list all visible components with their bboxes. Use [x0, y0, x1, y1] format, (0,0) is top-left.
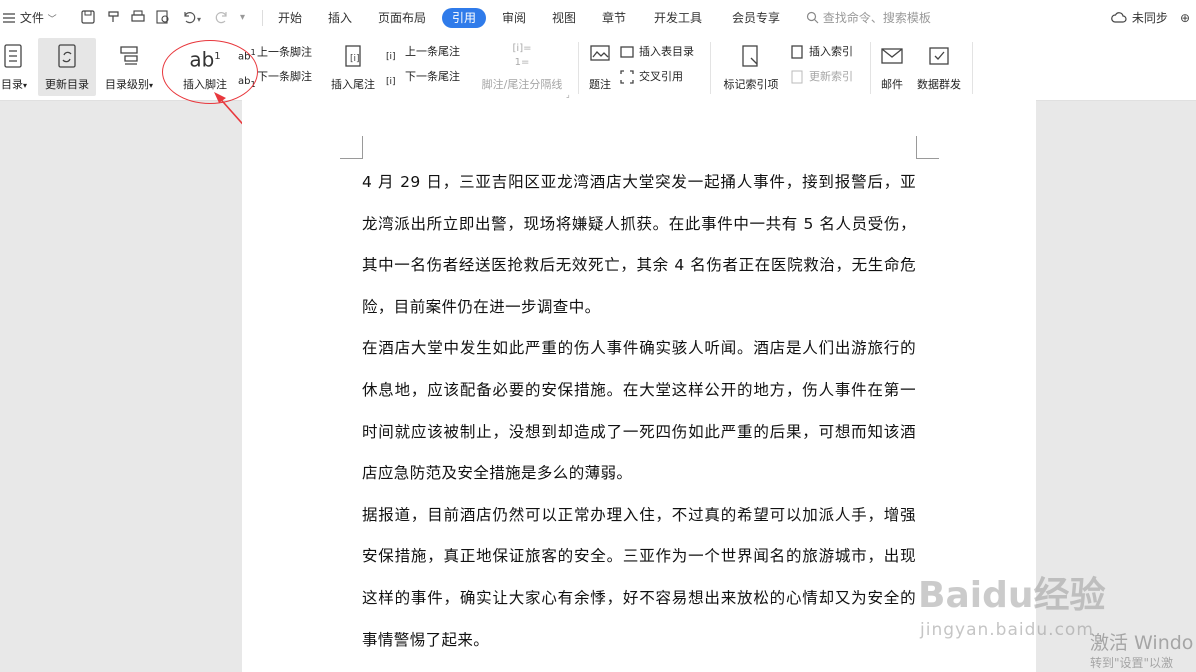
tab-home[interactable]: 开始 — [274, 0, 306, 36]
baidu-url-watermark: jingyan.baidu.com — [920, 620, 1094, 640]
figure-toc-icon — [620, 45, 636, 61]
next-footnote-label: 下一条脚注 — [257, 70, 312, 83]
dialog-launcher-icon[interactable]: ⌟ — [566, 90, 570, 99]
insert-endnote-label: 插入尾注 — [331, 78, 375, 91]
note-separator-button[interactable]: [i]= 1= 脚注/尾注分隔线 — [474, 38, 570, 96]
separator-label: 脚注/尾注分隔线 — [481, 78, 563, 91]
group-divider — [578, 42, 579, 94]
insert-index-label: 插入索引 — [809, 45, 853, 58]
tab-divider — [262, 10, 263, 26]
mail-label: 邮件 — [881, 78, 903, 91]
mark-index-label: 标记索引项 — [723, 78, 779, 91]
save-button[interactable] — [80, 0, 96, 36]
group-divider — [870, 42, 871, 94]
mail-merge-icon — [929, 47, 949, 65]
paragraph[interactable]: 在酒店大堂中发生如此严重的伤人事件确实骇人听闻。酒店是人们出游旅行的休息地，应该… — [362, 328, 916, 494]
margin-corner-top-right — [916, 136, 939, 159]
svg-text:[i]: [i] — [350, 54, 360, 64]
tab-page-layout[interactable]: 页面布局 — [374, 0, 430, 36]
caption-icon — [590, 45, 610, 61]
collab-icon[interactable]: ⊕ — [1180, 0, 1190, 36]
cross-ref-label: 交叉引用 — [639, 70, 683, 83]
format-painter-button[interactable] — [106, 0, 122, 36]
update-index-button[interactable]: 更新索引 — [790, 67, 853, 87]
mark-index-icon — [742, 45, 758, 67]
tab-review[interactable]: 审阅 — [498, 0, 530, 36]
cross-ref-icon — [620, 70, 636, 86]
cloud-icon — [1111, 12, 1127, 23]
caption-button[interactable]: 题注 — [584, 38, 616, 96]
caption-label: 题注 — [589, 78, 611, 91]
toc-level-button[interactable]: 目录级别▾ — [100, 38, 158, 96]
toc-icon — [4, 44, 22, 68]
undo-button[interactable]: ▾ — [181, 0, 201, 36]
search-placeholder: 查找命令、搜索模板 — [822, 11, 931, 25]
update-toc-button[interactable]: 更新目录 — [38, 38, 96, 96]
group-divider — [710, 42, 711, 94]
separator-icon: [i]= 1= — [512, 43, 532, 68]
paragraph[interactable]: 4 月 29 日，三亚吉阳区亚龙湾酒店大堂突发一起捅人事件，接到报警后，亚龙湾派… — [362, 162, 916, 328]
document-body[interactable]: 4 月 29 日，三亚吉阳区亚龙湾酒店大堂突发一起捅人事件，接到报警后，亚龙湾派… — [362, 162, 916, 661]
undo-icon — [184, 12, 196, 24]
insert-endnote-button[interactable]: [i] 插入尾注 — [327, 38, 379, 96]
mail-merge-button[interactable]: 数据群发 — [912, 38, 966, 96]
prev-endnote-label: 上一条尾注 — [405, 45, 460, 58]
save-icon — [81, 10, 95, 24]
print-preview-button[interactable] — [155, 0, 171, 36]
chevron-down-icon: ﹀ — [47, 15, 57, 25]
more-icon[interactable]: ▾ — [240, 0, 245, 36]
endnote-icon: [i] — [345, 45, 361, 67]
next-endnote-label: 下一条尾注 — [405, 70, 460, 83]
print-button[interactable] — [130, 0, 146, 36]
mail-button[interactable]: 邮件 — [876, 38, 908, 96]
mail-merge-label: 数据群发 — [917, 78, 961, 91]
command-search[interactable]: 查找命令、搜索模板 — [806, 0, 931, 36]
toc-label: 目录 — [0, 78, 23, 91]
insert-index-button[interactable]: 插入索引 — [790, 42, 853, 62]
next-endnote-button[interactable]: [i] 下一条尾注 — [386, 67, 460, 87]
insert-figure-toc-button[interactable]: 插入表目录 — [620, 42, 694, 62]
group-divider — [972, 42, 973, 94]
tab-references[interactable]: 引用 — [442, 8, 487, 28]
paragraph[interactable]: 据报道，目前酒店仍然可以正常办理入住，不过真的希望可以加派人手，增强安保措施，真… — [362, 495, 916, 661]
figure-toc-label: 插入表目录 — [639, 45, 694, 58]
format-painter-icon — [108, 11, 119, 22]
sync-label: 未同步 — [1131, 11, 1168, 25]
margin-corner-top-left — [340, 136, 363, 159]
tab-section[interactable]: 章节 — [598, 0, 630, 36]
redo-icon — [215, 12, 227, 24]
file-menu-label: 文件 — [19, 11, 44, 25]
tab-developer[interactable]: 开发工具 — [650, 0, 706, 36]
prev-endnote-button[interactable]: [i] 上一条尾注 — [386, 42, 460, 62]
update-index-label: 更新索引 — [809, 70, 853, 83]
prev-endnote-icon: [i] — [386, 52, 396, 62]
toc-button[interactable]: 目录▾ — [0, 38, 32, 96]
tab-view[interactable]: 视图 — [548, 0, 580, 36]
preview-icon — [156, 10, 169, 24]
update-index-icon — [790, 70, 806, 86]
refresh-doc-icon — [58, 44, 76, 68]
update-toc-label: 更新目录 — [45, 78, 89, 91]
activate-windows-title: 激活 Windo — [1090, 632, 1194, 654]
mark-index-button[interactable]: 标记索引项 — [718, 38, 784, 96]
insert-index-icon — [790, 45, 806, 61]
menu-bar: 文件 ﹀ ▾ ▾ 开始 插入 页面布局 引用 审阅 视图 章节 开发工具 会员专… — [0, 0, 1196, 36]
search-icon — [806, 11, 819, 24]
activate-windows-sub: 转到"设置"以激 — [1090, 656, 1174, 670]
sync-status[interactable]: 未同步 — [1110, 0, 1168, 36]
hamburger-icon — [2, 2, 16, 38]
tab-insert[interactable]: 插入 — [324, 0, 356, 36]
document-page[interactable]: 4 月 29 日，三亚吉阳区亚龙湾酒店大堂突发一起捅人事件，接到报警后，亚龙湾派… — [242, 100, 1036, 672]
print-icon — [131, 10, 145, 22]
redo-button[interactable] — [214, 0, 230, 36]
cross-reference-button[interactable]: 交叉引用 — [620, 67, 683, 87]
tab-member[interactable]: 会员专享 — [728, 0, 784, 36]
toc-level-icon — [120, 46, 138, 65]
prev-footnote-label: 上一条脚注 — [257, 45, 312, 59]
mail-icon — [881, 48, 903, 64]
baidu-watermark: Baidu经验 — [918, 575, 1106, 616]
toc-level-label: 目录级别 — [104, 78, 149, 91]
next-endnote-icon: [i] — [386, 77, 396, 87]
main-menu-button[interactable]: 文件 ﹀ — [2, 0, 57, 36]
